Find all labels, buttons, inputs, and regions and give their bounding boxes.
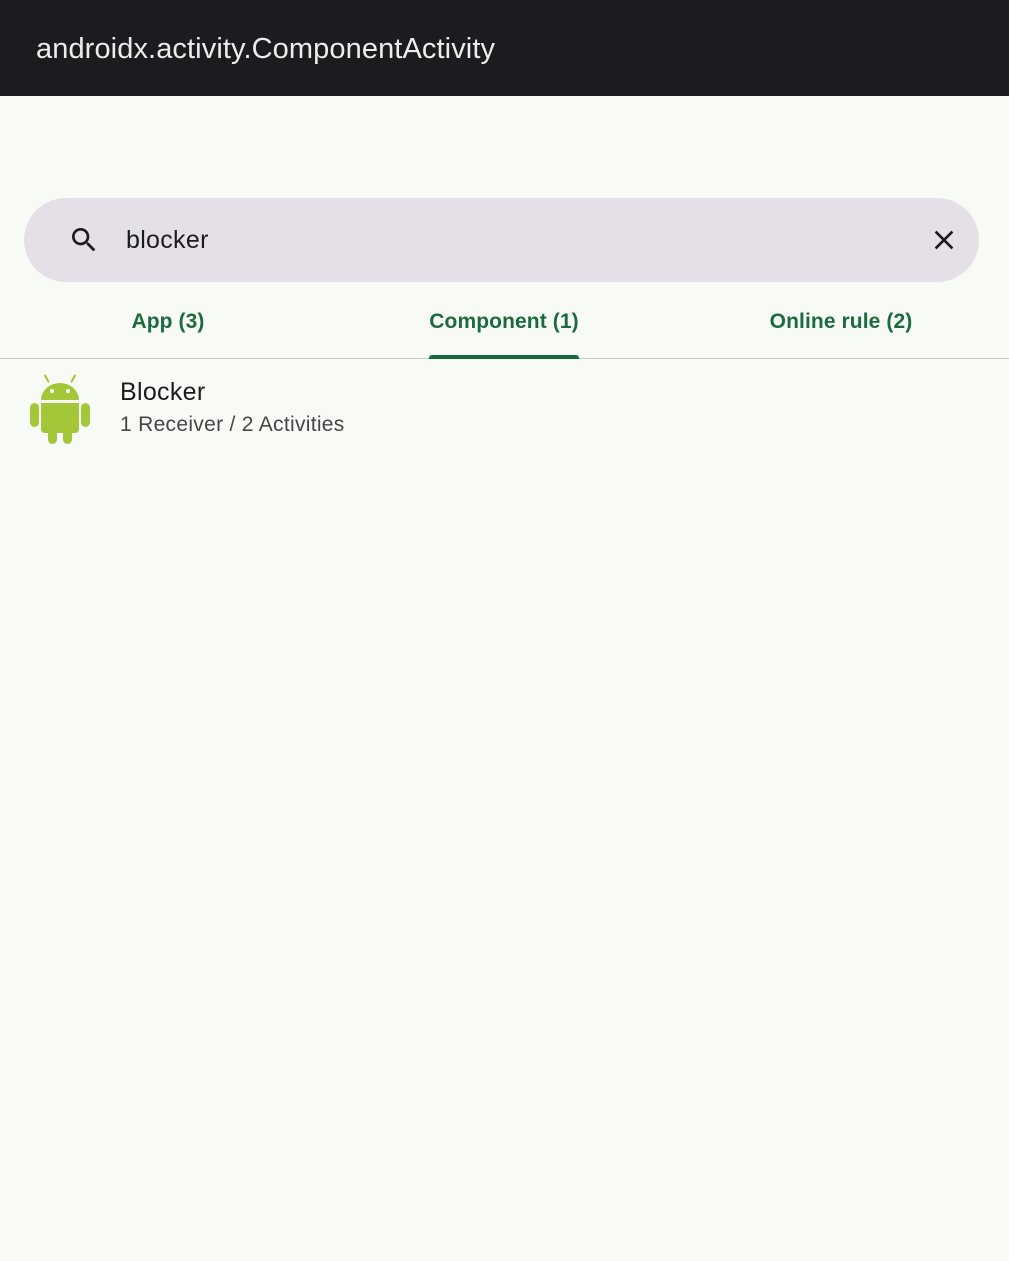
list-item-title: Blocker	[120, 378, 206, 406]
window-title: androidx.activity.ComponentActivity	[36, 33, 496, 65]
list-item-subtitle: 1 Receiver / 2 Activities	[120, 413, 345, 436]
search-input[interactable]: blocker	[126, 222, 209, 258]
tab-bar: App (3) Component (1) Online rule (2)	[0, 286, 1009, 359]
close-icon[interactable]	[924, 220, 964, 260]
tab-component-text: Component (1)	[429, 310, 579, 333]
search-icon	[68, 224, 100, 256]
tab-selected-indicator	[429, 355, 579, 359]
tab-component[interactable]: Component (1)	[336, 286, 672, 359]
android-robot-icon	[28, 373, 92, 445]
title-bar: androidx.activity.ComponentActivity	[0, 0, 1009, 96]
tab-component-label: Component (1)	[429, 310, 579, 359]
tab-online-rule[interactable]: Online rule (2)	[673, 286, 1009, 358]
tab-app[interactable]: App (3)	[0, 286, 336, 358]
list-item[interactable]: Blocker 1 Receiver / 2 Activities	[0, 361, 1009, 451]
tab-online-rule-label: Online rule (2)	[769, 310, 913, 333]
search-bar[interactable]: blocker	[24, 198, 979, 282]
main-content: blocker App (3) Component (1) Online rul…	[0, 96, 1009, 1261]
tab-app-label: App (3)	[131, 310, 205, 333]
